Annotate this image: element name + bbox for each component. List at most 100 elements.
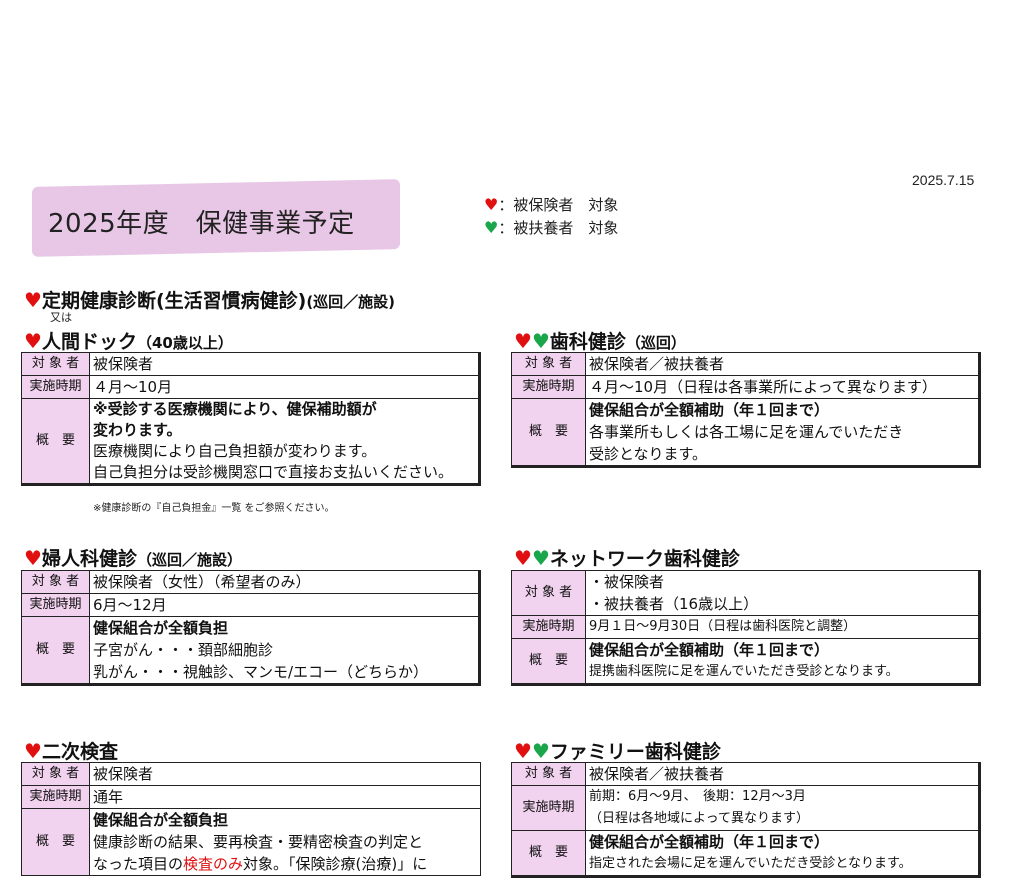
- shika-summary-line: 健保組合が全額補助（年１回まで）: [589, 401, 830, 419]
- label-target: 対 象 者: [21, 352, 90, 376]
- niji-table: 対 象 者 被保険者 実施時期 通年 概 要 健保組合が全額負担 健康診断の結果…: [21, 762, 481, 876]
- shika-summary-line: 各事業所もしくは各工場に足を運んでいただき: [589, 423, 904, 441]
- family-target: 被保険者／被扶養者: [585, 762, 980, 786]
- heart-red-icon: ♥: [24, 329, 42, 353]
- niji-summary-highlight: 検査のみ: [183, 855, 244, 873]
- teiki-title: 定期健康診断(生活習慣病健診): [41, 290, 307, 312]
- label-summary: 概 要: [21, 808, 90, 876]
- shika-table: 対 象 者 被保険者／被扶養者 実施時期 ４月～10月（日程は各事業所によって異…: [511, 352, 981, 468]
- network-title: ネットワーク歯科健診: [549, 548, 740, 570]
- niji-summary-line: 健康診断の結果、要再検査・要精密検査の判定と: [93, 833, 424, 851]
- fujinka-sub: （巡回／施設）: [136, 551, 242, 569]
- label-summary: 概 要: [21, 398, 90, 485]
- network-summary-line: 提携歯科医院に足を運んでいただき受診となります。: [589, 664, 899, 679]
- document-date: 2025.7.15: [912, 172, 975, 188]
- shika-summary: 健保組合が全額補助（年１回まで） 各事業所もしくは各工場に足を運んでいただき 受…: [585, 398, 980, 467]
- legend-red: ♥：被保険者 対象: [484, 194, 618, 217]
- section-shika-heading: ♥♥歯科健診（巡回）: [514, 327, 686, 354]
- fujinka-summary-line: 子宮がん・・・頚部細胞診: [93, 641, 274, 659]
- fujinka-table: 対 象 者 被保険者（女性）（希望者のみ） 実施時期 6月～12月 概 要 健保…: [21, 570, 481, 686]
- label-period: 実施時期: [21, 593, 90, 617]
- niji-summary-part: なった項目の: [93, 855, 184, 873]
- legend: ♥：被保険者 対象 ♥：被扶養者 対象: [484, 194, 618, 240]
- fujinka-period: 6月～12月: [89, 593, 480, 617]
- heart-red-icon: ♥: [24, 739, 42, 763]
- heart-red-icon: ♥: [24, 288, 42, 312]
- network-summary: 健保組合が全額補助（年１回まで） 提携歯科医院に足を運んでいただき受診となります…: [585, 638, 980, 685]
- label-summary: 概 要: [511, 830, 586, 877]
- fujinka-summary-line: 乳がん・・・視触診、マンモ/エコー（どちらか）: [93, 663, 429, 681]
- label-target: 対 象 者: [511, 570, 586, 616]
- heart-green-icon: ♥: [531, 739, 550, 763]
- ningen-summary-line: 医療機関により自己負担額が変わります。: [93, 442, 377, 460]
- section-teiki-heading: ♥定期健康診断(生活習慣病健診)(巡回／施設): [24, 286, 395, 313]
- label-summary: 概 要: [21, 616, 90, 685]
- network-target-line: ・被保険者: [589, 573, 665, 591]
- heart-green-icon: ♥: [531, 546, 550, 570]
- label-period: 実施時期: [511, 785, 586, 831]
- section-ningen-heading: ♥人間ドック（40歳以上）: [24, 327, 233, 354]
- section-fujinka-heading: ♥婦人科健診（巡回／施設）: [24, 544, 242, 571]
- network-target-line: ・被扶養者（16歳以上）: [589, 595, 759, 613]
- shika-summary-line: 受診となります。: [589, 445, 708, 463]
- label-target: 対 象 者: [21, 570, 90, 594]
- legend-red-text: ：被保険者 対象: [498, 196, 619, 214]
- network-summary-line: 健保組合が全額補助（年１回まで）: [589, 641, 830, 659]
- shika-title: 歯科健診: [549, 331, 626, 353]
- ningen-summary-line: 変わります。: [93, 421, 182, 439]
- fujinka-target: 被保険者（女性）（希望者のみ）: [89, 570, 480, 594]
- family-summary: 健保組合が全額補助（年１回まで） 指定された会場に足を運んでいただき受診となりま…: [585, 830, 980, 877]
- heart-green-icon: ♥: [531, 329, 550, 353]
- ningen-summary-line: 自己負担分は受診機関窓口で直接お支払いください。: [93, 463, 454, 481]
- niji-summary-line: 健保組合が全額負担: [93, 811, 229, 829]
- ningen-note: ※健康診断の『自己負担金』一覧 をご参照ください。: [93, 503, 335, 514]
- fujinka-summary: 健保組合が全額負担 子宮がん・・・頚部細胞診 乳がん・・・視触診、マンモ/エコー…: [89, 616, 480, 685]
- heart-green-icon: ♥: [484, 218, 499, 237]
- network-table: 対 象 者 ・被保険者 ・被扶養者（16歳以上） 実施時期 9月１日～9月30日…: [511, 570, 981, 686]
- niji-target: 被保険者: [89, 762, 481, 786]
- teiki-or: 又は: [50, 311, 72, 324]
- niji-title: 二次検査: [41, 741, 118, 763]
- ningen-sub: （40歳以上）: [136, 334, 233, 352]
- ningen-table: 対 象 者 被保険者 実施時期 ４月～10月 概 要 ※受診する医療機関により、…: [21, 352, 481, 486]
- network-target: ・被保険者 ・被扶養者（16歳以上）: [585, 570, 980, 616]
- label-summary: 概 要: [511, 398, 586, 467]
- niji-period: 通年: [89, 785, 481, 809]
- shika-target: 被保険者／被扶養者: [585, 352, 980, 376]
- ningen-title: 人間ドック: [41, 331, 137, 353]
- family-summary-line: 指定された会場に足を運んでいただき受診となります。: [589, 856, 912, 871]
- family-period-line: （日程は各地域によって異なります）: [589, 811, 809, 826]
- heart-red-icon: ♥: [24, 546, 42, 570]
- heart-red-icon: ♥: [514, 546, 532, 570]
- label-target: 対 象 者: [511, 762, 586, 786]
- family-period-line: 前期：6月～9月、 後期：12月～3月: [589, 789, 806, 804]
- fujinka-title: 婦人科健診: [41, 548, 137, 570]
- section-niji-heading: ♥二次検査: [24, 737, 118, 764]
- shika-sub: （巡回）: [625, 334, 686, 352]
- label-target: 対 象 者: [21, 762, 90, 786]
- legend-green: ♥：被扶養者 対象: [484, 217, 618, 240]
- ningen-target: 被保険者: [89, 352, 480, 376]
- label-period: 実施時期: [511, 375, 586, 399]
- fujinka-summary-line: 健保組合が全額負担: [93, 619, 229, 637]
- family-period: 前期：6月～9月、 後期：12月～3月 （日程は各地域によって異なります）: [585, 785, 980, 831]
- teiki-sub: (巡回／施設): [306, 293, 396, 311]
- shika-period: ４月～10月（日程は各事業所によって異なります）: [585, 375, 980, 399]
- niji-summary: 健保組合が全額負担 健康診断の結果、要再検査・要精密検査の判定と なった項目の検…: [89, 808, 481, 876]
- section-family-heading: ♥♥ファミリー歯科健診: [514, 737, 721, 764]
- heart-red-icon: ♥: [484, 195, 499, 214]
- heart-red-icon: ♥: [514, 739, 532, 763]
- label-target: 対 象 者: [511, 352, 586, 376]
- section-network-heading: ♥♥ネットワーク歯科健診: [514, 544, 740, 571]
- ningen-period: ４月～10月: [89, 375, 480, 399]
- heart-red-icon: ♥: [514, 329, 532, 353]
- niji-summary-line: なった項目の検査のみ対象。「保険診療(治療)」に: [93, 853, 477, 875]
- label-period: 実施時期: [21, 785, 90, 809]
- legend-green-text: ：被扶養者 対象: [498, 219, 619, 237]
- page-title: 2025年度 保健事業予定: [48, 209, 355, 239]
- ningen-summary-line: ※受診する医療機関により、健保補助額が: [93, 400, 377, 418]
- family-summary-line: 健保組合が全額補助（年１回まで）: [589, 833, 830, 851]
- label-period: 実施時期: [511, 615, 586, 639]
- label-period: 実施時期: [21, 375, 90, 399]
- family-title: ファミリー歯科健診: [549, 741, 721, 763]
